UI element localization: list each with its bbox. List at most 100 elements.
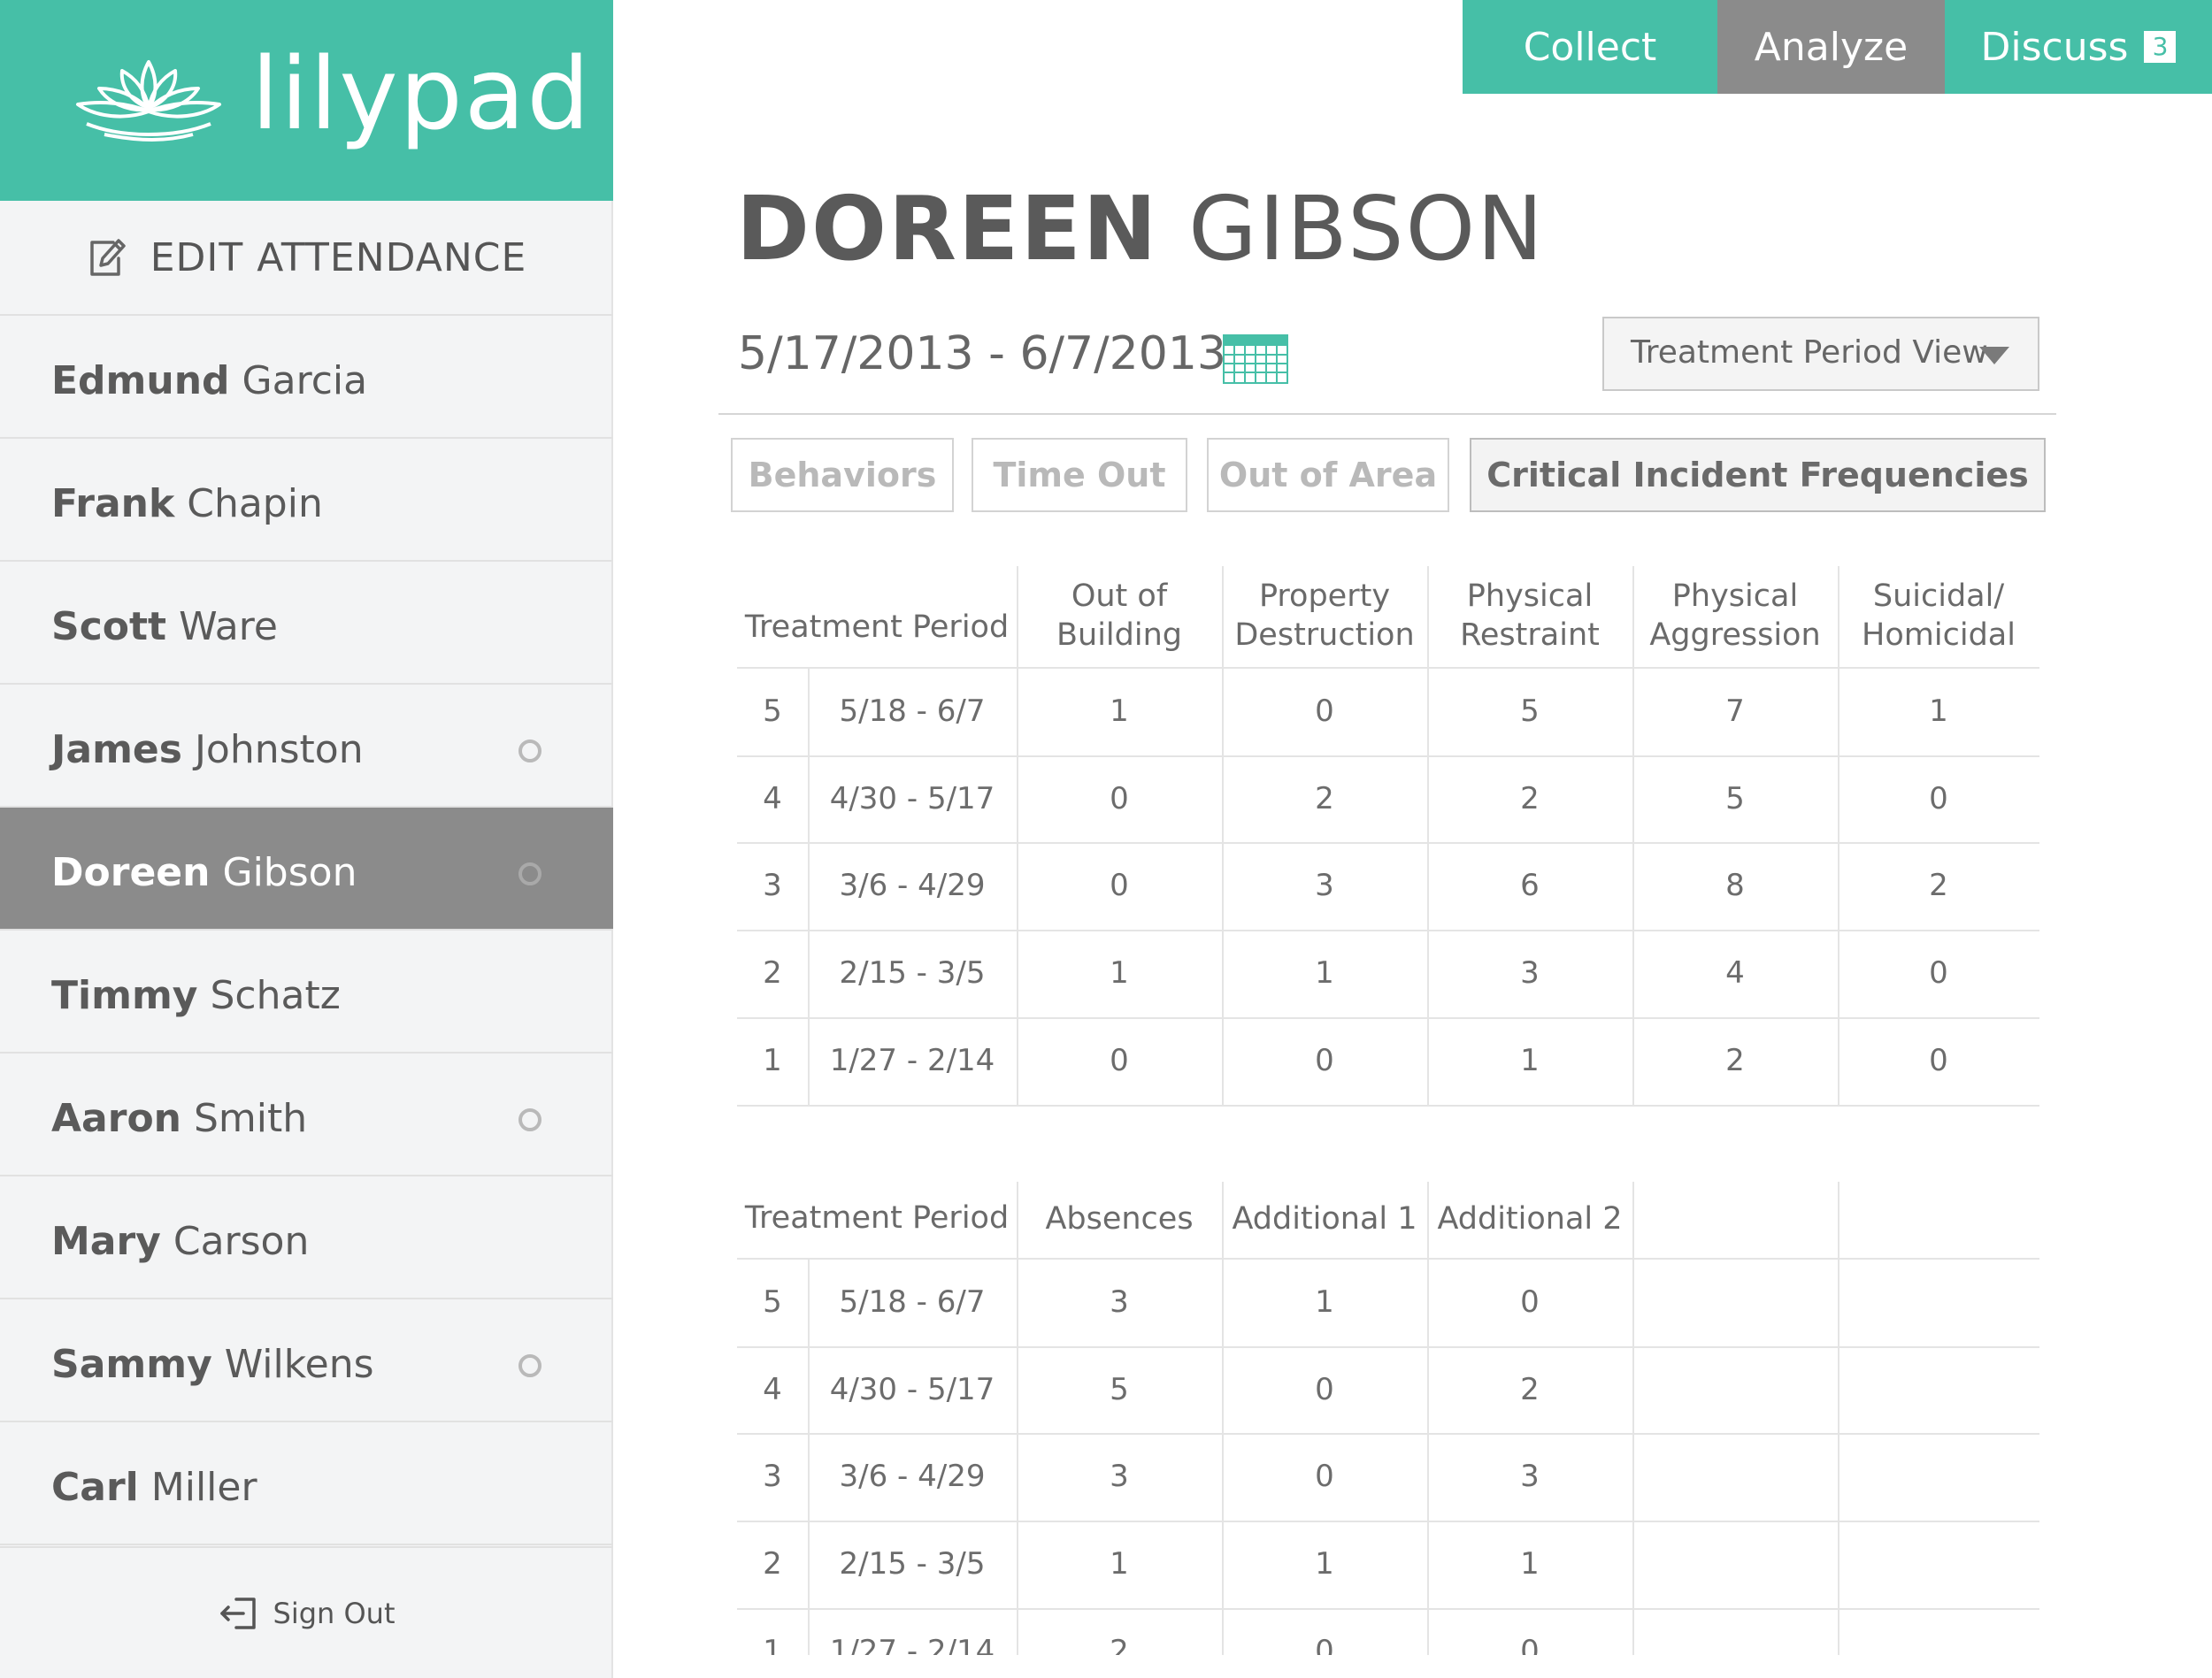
period-range: 3/6 - 4/29 [839, 1459, 986, 1495]
column-header [1838, 1182, 2039, 1258]
table-cell: 0 [1520, 1283, 1540, 1320]
period-number: 1 [763, 1634, 782, 1655]
student-first-name: Edmund [51, 358, 230, 403]
sidebar-student-item[interactable]: Frank Chapin [0, 439, 613, 562]
sidebar-student-item[interactable]: Scott Ware [0, 562, 613, 685]
status-dot-icon [518, 739, 541, 762]
student-last-name: Wilkens [224, 1342, 374, 1387]
table-cell: 0 [1929, 955, 1948, 992]
table-cell [1838, 1346, 2039, 1433]
student-first-name: Mary [51, 1219, 161, 1264]
table-cell: 8 [1725, 868, 1745, 904]
sidebar-student-item[interactable]: Timmy Schatz [0, 931, 613, 1054]
tab-discuss[interactable]: Discuss 3 [1945, 0, 2212, 94]
student-name: Timmy Schatz [51, 973, 341, 1018]
sidebar: lilypad EDIT ATTENDANCE Edmund Garcia Fra… [0, 0, 613, 1678]
sign-out-icon [219, 1597, 256, 1629]
logo[interactable]: lilypad [0, 0, 613, 201]
sidebar-student-item[interactable]: Edmund Garcia [0, 316, 613, 439]
sign-out-label: Sign Out [273, 1596, 396, 1630]
table-cell: 5 [1520, 693, 1540, 729]
table-cell [1632, 1521, 1838, 1608]
period-number: 5 [763, 693, 782, 729]
period-number: 3 [763, 868, 782, 904]
calendar-icon[interactable] [1223, 334, 1288, 384]
filter-out-of-area-button[interactable]: Out of Area [1207, 438, 1449, 512]
table-cell: 1 [1110, 955, 1129, 992]
column-header: Out of Building [1056, 578, 1182, 653]
table-cell: 2 [1315, 780, 1334, 816]
status-dot-icon [518, 1354, 541, 1377]
filter-time-out-button[interactable]: Time Out [972, 438, 1187, 512]
status-dot-icon [518, 1108, 541, 1131]
edit-attendance-button[interactable]: EDIT ATTENDANCE [0, 201, 613, 316]
period-number: 5 [763, 1283, 782, 1320]
date-range: 5/17/2013 - 6/7/2013 [738, 327, 1226, 380]
sidebar-student-item[interactable]: James Johnston [0, 685, 613, 808]
sidebar-student-item[interactable]: Doreen Gibson [0, 808, 613, 931]
table-cell: 0 [1315, 1043, 1334, 1079]
student-name: Doreen Gibson [51, 850, 357, 895]
table-cell: 0 [1315, 1459, 1334, 1495]
discuss-count-badge: 3 [2144, 31, 2177, 63]
student-last-name: Schatz [210, 973, 341, 1018]
column-header-treatment-period: Treatment Period [744, 609, 1010, 646]
table-cell: 0 [1315, 693, 1334, 729]
tab-analyze-label: Analyze [1754, 24, 1909, 70]
row-divider [737, 1105, 2039, 1107]
period-number: 3 [763, 1459, 782, 1495]
table-cell [1838, 1521, 2039, 1608]
sidebar-student-item[interactable]: Carl Miller [0, 1422, 613, 1545]
period-number: 4 [763, 780, 782, 816]
table-cell: 3 [1110, 1283, 1129, 1320]
absences-table: Treatment Period Absences Additional 1 Addi… [737, 1182, 2039, 1655]
table-cell: 0 [1110, 868, 1129, 904]
student-first-name: Carl [51, 1465, 139, 1510]
table-cell: 1 [1315, 955, 1334, 992]
student-first-name: Aaron [51, 1096, 181, 1141]
table-cell [1632, 1258, 1838, 1346]
student-first-name: Frank [51, 481, 175, 526]
table-cell [1838, 1258, 2039, 1346]
period-range: 1/27 - 2/14 [829, 1043, 995, 1079]
period-range: 5/18 - 6/7 [839, 1283, 986, 1320]
table-cell: 0 [1110, 1043, 1129, 1079]
view-select[interactable]: Treatment Period View [1602, 317, 2039, 391]
tab-collect-label: Collect [1523, 24, 1657, 70]
sidebar-student-item[interactable]: Aaron Smith [0, 1054, 613, 1176]
student-first-name: Sammy [51, 1342, 212, 1387]
filter-critical-incident-button[interactable]: Critical Incident Frequencies [1470, 438, 2046, 512]
student-first-name: James [51, 727, 182, 772]
table-cell: 0 [1520, 1634, 1540, 1655]
table-cell: 6 [1520, 868, 1540, 904]
sidebar-student-item[interactable]: Mary Carson [0, 1176, 613, 1299]
column-header: Property Destruction [1234, 578, 1415, 653]
tab-analyze[interactable]: Analyze [1717, 0, 1945, 94]
edit-attendance-label: EDIT ATTENDANCE [150, 234, 527, 280]
table-cell: 2 [1110, 1634, 1129, 1655]
table-cell: 3 [1110, 1459, 1129, 1495]
sidebar-student-item[interactable]: Sammy Wilkens [0, 1299, 613, 1422]
student-name: Aaron Smith [51, 1096, 307, 1141]
period-range: 3/6 - 4/29 [839, 868, 986, 904]
period-range: 5/18 - 6/7 [839, 693, 986, 729]
student-first-name: Doreen [51, 850, 211, 895]
table-cell [1838, 1433, 2039, 1521]
table-cell: 5 [1725, 780, 1745, 816]
student-name: Sammy Wilkens [51, 1342, 374, 1387]
period-range: 2/15 - 3/5 [839, 955, 986, 992]
lotus-logo-icon [76, 60, 221, 142]
student-last-name: Gibson [222, 850, 357, 895]
top-nav: Collect Analyze Discuss 3 [1463, 0, 2212, 94]
table-cell: 1 [1520, 1546, 1540, 1582]
period-range: 2/15 - 3/5 [839, 1546, 986, 1582]
sign-out-button[interactable]: Sign Out [0, 1546, 613, 1678]
student-first-name: Scott [51, 604, 167, 649]
table-cell: 3 [1520, 1459, 1540, 1495]
tab-collect[interactable]: Collect [1463, 0, 1717, 94]
brand-name: lilypad [251, 37, 592, 152]
column-header-treatment-period: Treatment Period [744, 1200, 1010, 1237]
filter-behaviors-button[interactable]: Behaviors [731, 438, 954, 512]
status-dot-icon [518, 862, 541, 885]
column-header: Physical Aggression [1649, 578, 1821, 653]
